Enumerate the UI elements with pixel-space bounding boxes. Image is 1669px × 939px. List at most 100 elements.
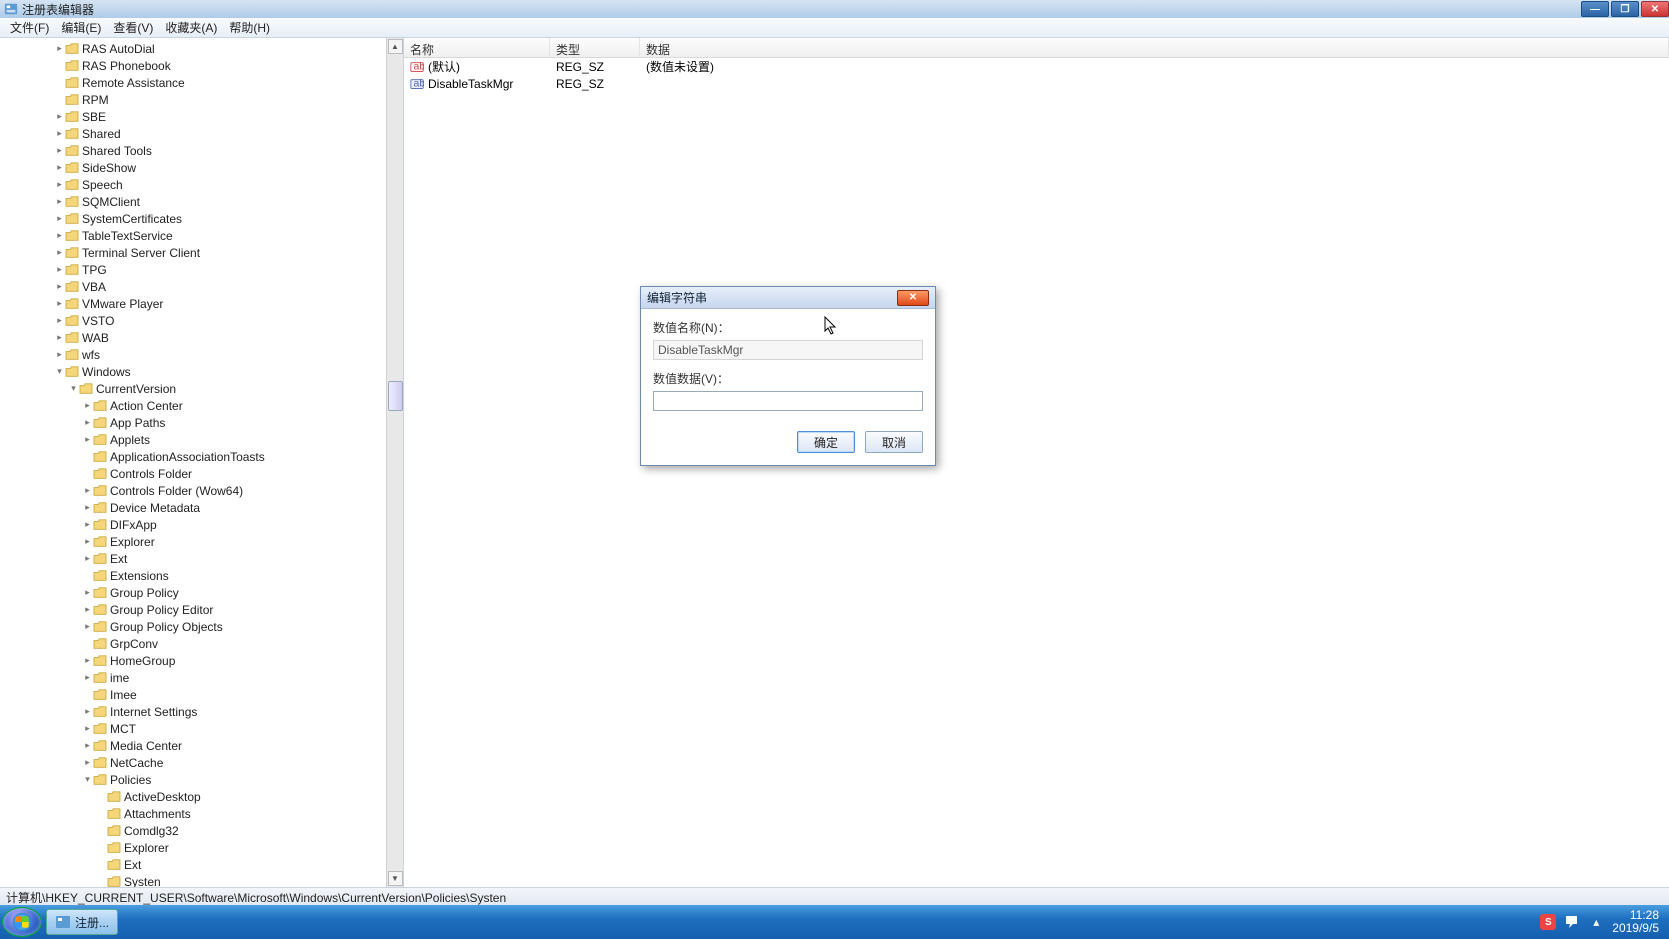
tree-node[interactable]: ▸TableTextService: [0, 227, 386, 244]
registry-tree[interactable]: ▸RAS AutoDialRAS PhonebookRemote Assista…: [0, 38, 386, 887]
tree-expand-toggle[interactable]: ▸: [82, 587, 93, 598]
tree-expand-toggle[interactable]: ▸: [82, 621, 93, 632]
tree-node[interactable]: ▸RAS AutoDial: [0, 40, 386, 57]
tree-node[interactable]: Systen: [0, 873, 386, 887]
dialog-titlebar[interactable]: 编辑字符串 ✕: [641, 287, 935, 309]
values-header[interactable]: 名称 类型 数据: [404, 38, 1669, 58]
tree-expand-toggle[interactable]: [82, 451, 93, 462]
tree-scrollbar[interactable]: ▲ ▼: [386, 38, 403, 887]
menu-file[interactable]: 文件(F): [4, 17, 55, 38]
tree-expand-toggle[interactable]: [54, 94, 65, 105]
tree-expand-toggle[interactable]: [96, 791, 107, 802]
tree-expand-toggle[interactable]: [96, 808, 107, 819]
tree-expand-toggle[interactable]: ▸: [82, 400, 93, 411]
tree-node[interactable]: ▸MCT: [0, 720, 386, 737]
tray-ime-icon[interactable]: S: [1540, 914, 1556, 930]
tree-node[interactable]: GrpConv: [0, 635, 386, 652]
menu-favorites[interactable]: 收藏夹(A): [159, 17, 223, 38]
tree-node[interactable]: Attachments: [0, 805, 386, 822]
system-tray[interactable]: S ▴ 11:28 2019/9/5: [1540, 909, 1667, 935]
tree-expand-toggle[interactable]: [96, 859, 107, 870]
tree-expand-toggle[interactable]: ▸: [54, 111, 65, 122]
tree-node[interactable]: Extensions: [0, 567, 386, 584]
scroll-thumb[interactable]: [388, 381, 403, 411]
tree-expand-toggle[interactable]: ▸: [54, 247, 65, 258]
tree-node[interactable]: ▸SQMClient: [0, 193, 386, 210]
tree-node[interactable]: ▸ime: [0, 669, 386, 686]
tree-expand-toggle[interactable]: ▸: [54, 43, 65, 54]
maximize-button[interactable]: ❐: [1611, 1, 1639, 17]
tree-node[interactable]: RPM: [0, 91, 386, 108]
col-name[interactable]: 名称: [404, 38, 550, 57]
tree-expand-toggle[interactable]: ▸: [82, 655, 93, 666]
scroll-up-button[interactable]: ▲: [388, 39, 403, 54]
col-data[interactable]: 数据: [640, 38, 1669, 57]
tree-node[interactable]: ▾CurrentVersion: [0, 380, 386, 397]
tree-node[interactable]: Ext: [0, 856, 386, 873]
tree-node[interactable]: ▸SideShow: [0, 159, 386, 176]
tree-node[interactable]: ▸Shared: [0, 125, 386, 142]
menu-help[interactable]: 帮助(H): [223, 17, 276, 38]
tree-node[interactable]: ▸Terminal Server Client: [0, 244, 386, 261]
tree-expand-toggle[interactable]: ▸: [54, 196, 65, 207]
tree-node[interactable]: ▸Device Metadata: [0, 499, 386, 516]
tree-node[interactable]: ▸Group Policy: [0, 584, 386, 601]
ok-button[interactable]: 确定: [797, 431, 855, 453]
tree-node[interactable]: ▸Applets: [0, 431, 386, 448]
dialog-close-button[interactable]: ✕: [897, 290, 929, 306]
tree-expand-toggle[interactable]: ▸: [54, 230, 65, 241]
tree-expand-toggle[interactable]: ▸: [82, 519, 93, 530]
tree-expand-toggle[interactable]: ▾: [82, 774, 93, 785]
tree-node[interactable]: ▸Shared Tools: [0, 142, 386, 159]
tree-node[interactable]: ▸App Paths: [0, 414, 386, 431]
tree-node[interactable]: ▸DIFxApp: [0, 516, 386, 533]
tree-expand-toggle[interactable]: ▸: [82, 672, 93, 683]
menu-view[interactable]: 查看(V): [107, 17, 159, 38]
edit-string-dialog[interactable]: 编辑字符串 ✕ 数值名称(N)： DisableTaskMgr 数值数据(V)：…: [640, 286, 936, 466]
tree-expand-toggle[interactable]: ▸: [54, 332, 65, 343]
tree-expand-toggle[interactable]: ▸: [54, 298, 65, 309]
tree-node[interactable]: ▸Internet Settings: [0, 703, 386, 720]
tree-node[interactable]: ▸SBE: [0, 108, 386, 125]
tree-node[interactable]: Comdlg32: [0, 822, 386, 839]
tree-expand-toggle[interactable]: ▾: [54, 366, 65, 377]
tree-expand-toggle[interactable]: ▸: [54, 281, 65, 292]
tree-expand-toggle[interactable]: ▸: [82, 485, 93, 496]
tree-node[interactable]: ▸wfs: [0, 346, 386, 363]
tree-expand-toggle[interactable]: ▸: [54, 179, 65, 190]
tray-action-center-icon[interactable]: [1564, 914, 1580, 930]
tree-node[interactable]: ▸TPG: [0, 261, 386, 278]
tree-node[interactable]: ▸Ext: [0, 550, 386, 567]
tree-expand-toggle[interactable]: ▸: [54, 315, 65, 326]
tree-expand-toggle[interactable]: ▸: [54, 145, 65, 156]
tree-node[interactable]: Remote Assistance: [0, 74, 386, 91]
close-button[interactable]: ✕: [1641, 1, 1669, 17]
tree-node[interactable]: ▾Windows: [0, 363, 386, 380]
tree-expand-toggle[interactable]: ▸: [82, 434, 93, 445]
tree-node[interactable]: Explorer: [0, 839, 386, 856]
menu-edit[interactable]: 编辑(E): [55, 17, 107, 38]
tree-node[interactable]: ApplicationAssociationToasts: [0, 448, 386, 465]
tree-node[interactable]: ▸Explorer: [0, 533, 386, 550]
tree-node[interactable]: ▸Action Center: [0, 397, 386, 414]
tree-node[interactable]: ▸NetCache: [0, 754, 386, 771]
tree-node[interactable]: Controls Folder: [0, 465, 386, 482]
tree-expand-toggle[interactable]: ▸: [82, 740, 93, 751]
tree-node[interactable]: ▸Media Center: [0, 737, 386, 754]
tree-expand-toggle[interactable]: ▸: [54, 128, 65, 139]
tray-chevron-up-icon[interactable]: ▴: [1588, 914, 1604, 930]
tree-node[interactable]: ▸Controls Folder (Wow64): [0, 482, 386, 499]
tree-expand-toggle[interactable]: ▸: [82, 723, 93, 734]
tree-expand-toggle[interactable]: [96, 842, 107, 853]
tree-expand-toggle[interactable]: ▸: [82, 502, 93, 513]
tree-node[interactable]: ▸Group Policy Editor: [0, 601, 386, 618]
tree-node[interactable]: ▾Policies: [0, 771, 386, 788]
tree-node[interactable]: ▸VBA: [0, 278, 386, 295]
tree-expand-toggle[interactable]: [82, 689, 93, 700]
tree-expand-toggle[interactable]: [82, 570, 93, 581]
col-type[interactable]: 类型: [550, 38, 640, 57]
tree-node[interactable]: ▸SystemCertificates: [0, 210, 386, 227]
tree-expand-toggle[interactable]: ▸: [82, 757, 93, 768]
taskbar-app-button[interactable]: 注册...: [46, 909, 118, 935]
tree-node[interactable]: RAS Phonebook: [0, 57, 386, 74]
